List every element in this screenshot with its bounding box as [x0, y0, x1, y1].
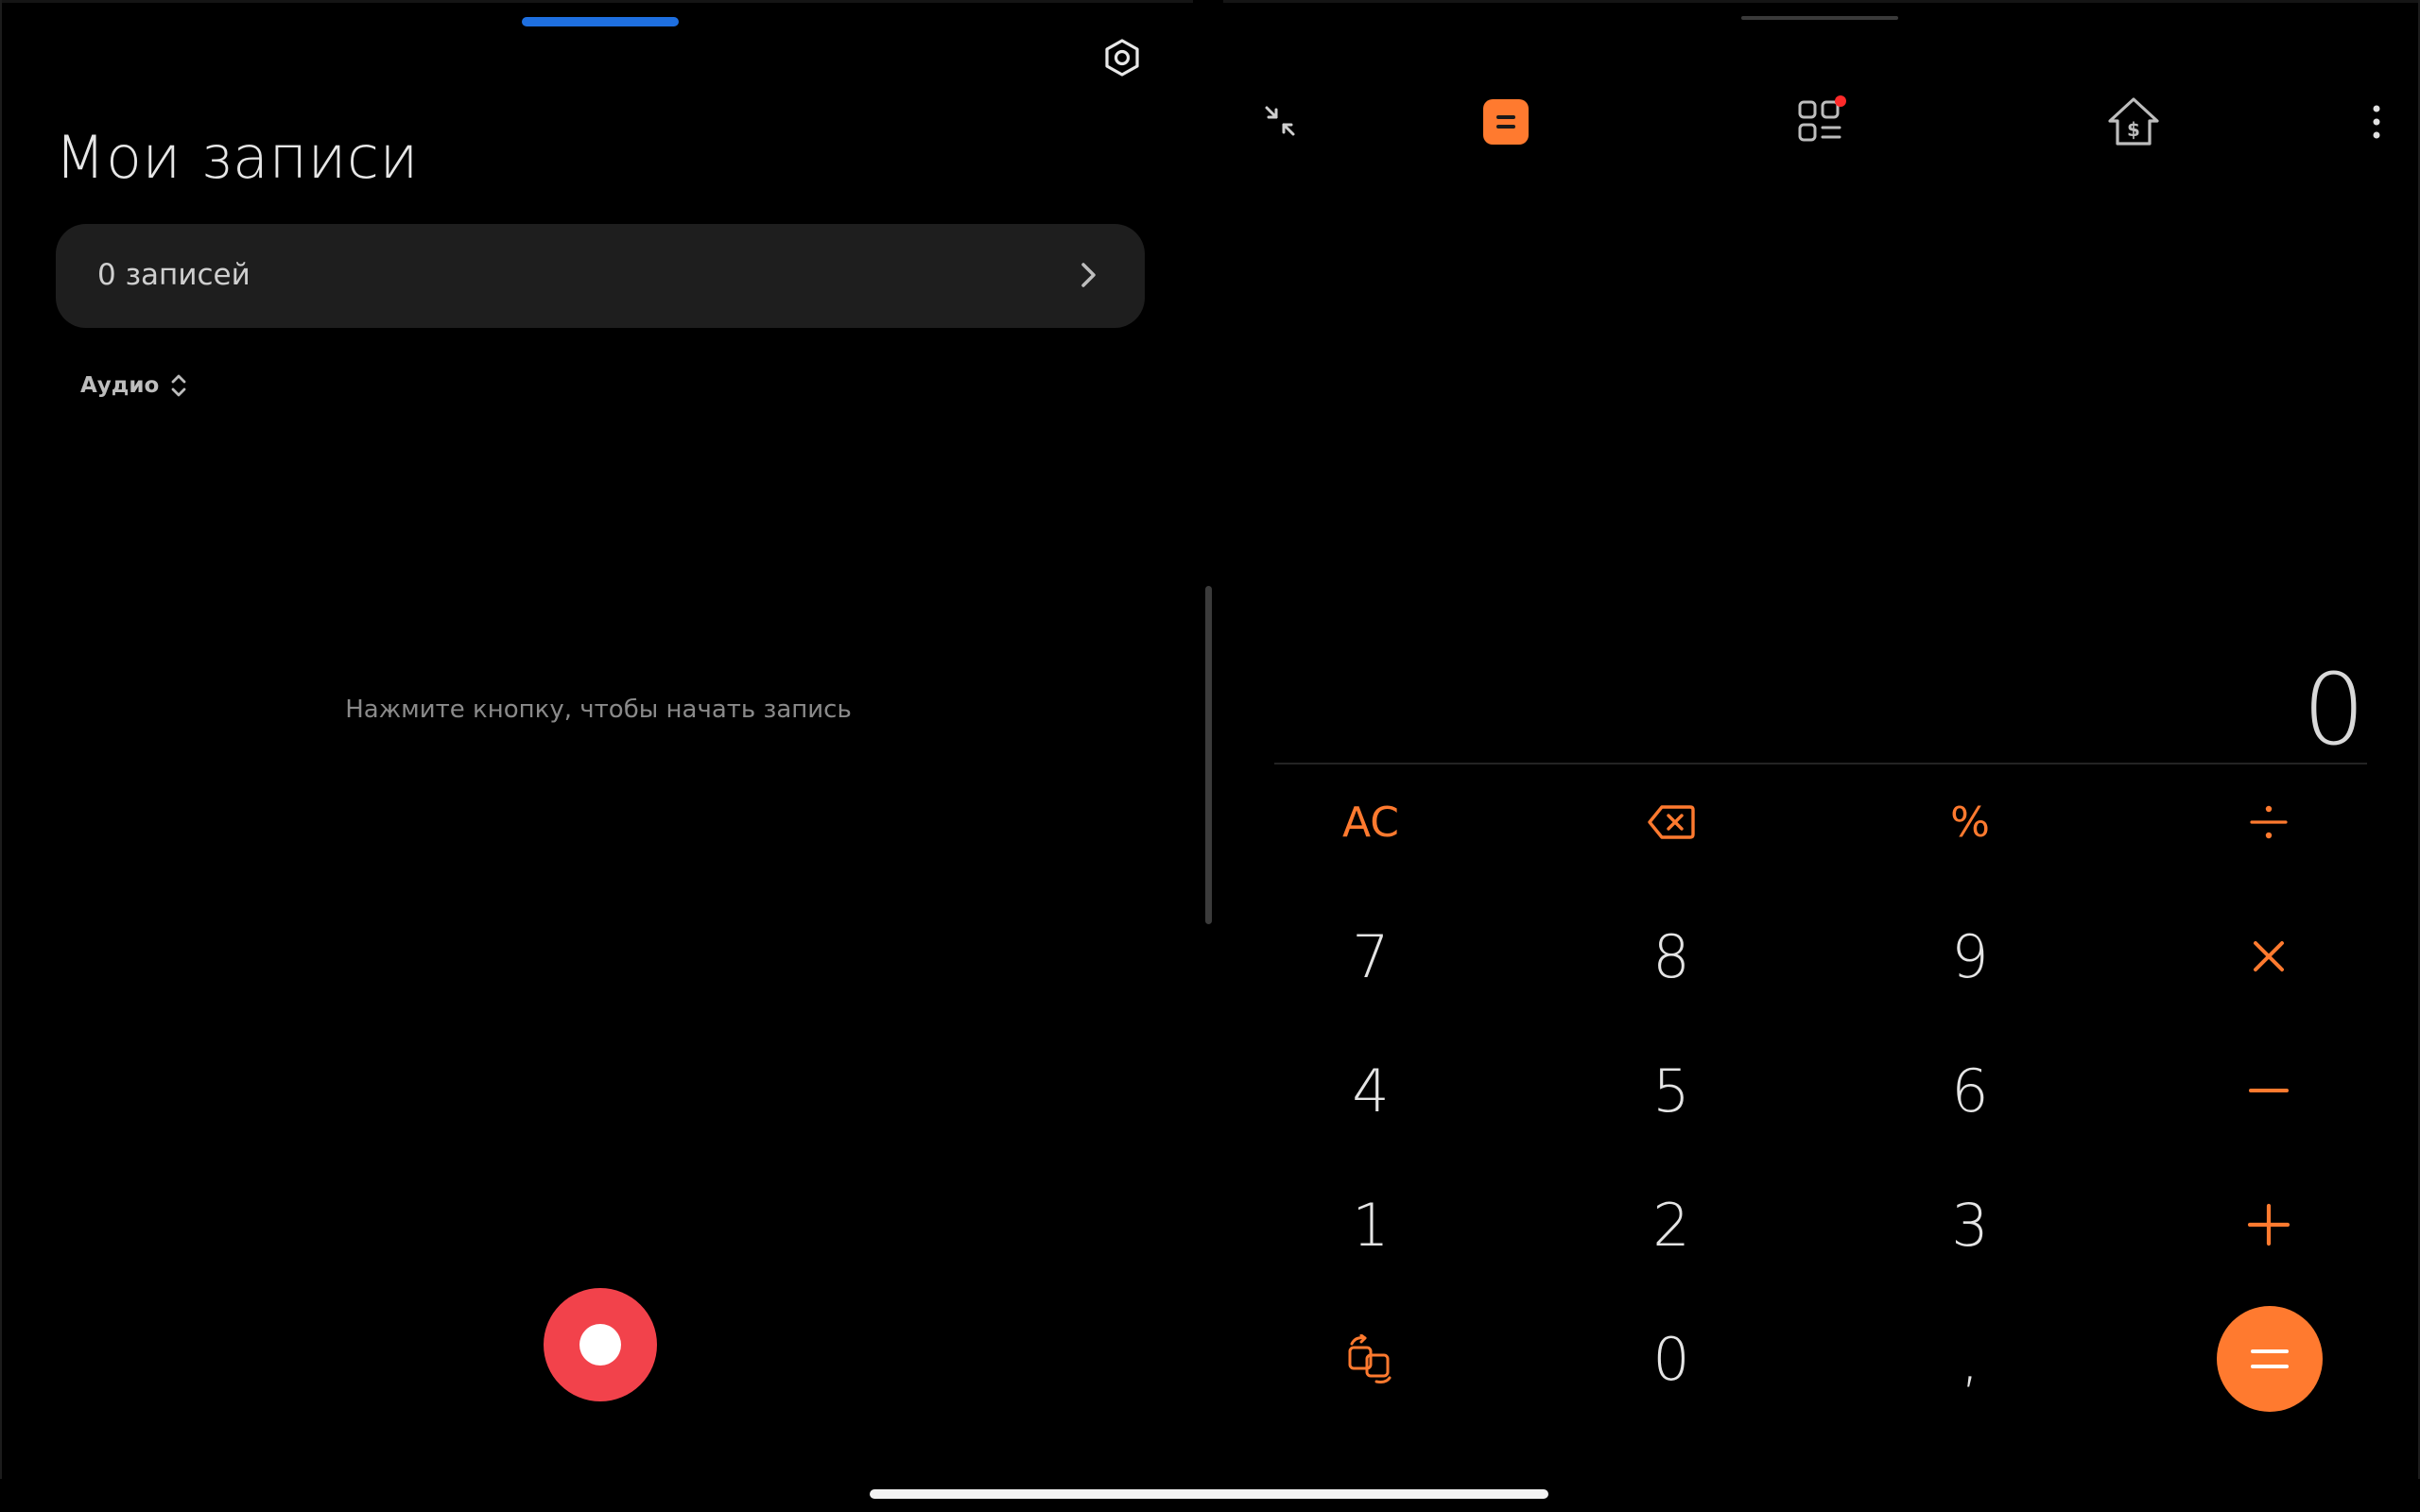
more-options-button[interactable]: [2365, 100, 2388, 144]
split-resize-handle[interactable]: [1205, 586, 1212, 924]
calculator-pane: $ 0 AC % 7 8 9 4 5 6 1 2 3 0 ,: [1223, 0, 2420, 1479]
more-vert-icon: [2373, 105, 2380, 139]
settings-icon: [1105, 39, 1139, 77]
digit-0-button[interactable]: 0: [1600, 1307, 1742, 1411]
record-dot-icon: [579, 1324, 621, 1366]
digit-6-button[interactable]: 6: [1899, 1039, 2041, 1143]
calculator-mode-tab[interactable]: [1482, 98, 1530, 146]
digit-1-button[interactable]: 1: [1300, 1173, 1442, 1277]
divide-button[interactable]: [2198, 770, 2340, 874]
swap-functions-icon: [1348, 1334, 1392, 1383]
multiply-icon: [2254, 941, 2284, 971]
digit-2-button[interactable]: 2: [1600, 1173, 1742, 1277]
equals-button[interactable]: [2217, 1306, 2323, 1412]
minus-icon: [2249, 1089, 2289, 1092]
calculator-window-handle[interactable]: [1741, 16, 1898, 20]
recorder-window-handle[interactable]: [522, 17, 679, 26]
split-screen: Мои записи 0 записей Аудио Нажмите кнопк…: [0, 0, 2420, 1512]
page-title: Мои записи: [55, 123, 419, 192]
display-separator: [1274, 763, 2367, 765]
collapse-button[interactable]: [1261, 102, 1299, 140]
decimal-comma-button[interactable]: ,: [1899, 1307, 2041, 1411]
mortgage-house-icon: $: [2108, 97, 2159, 146]
multiply-button[interactable]: [2198, 904, 2340, 1008]
clear-button[interactable]: AC: [1300, 770, 1442, 874]
sort-updown-icon: [171, 374, 186, 397]
divide-icon: [2250, 805, 2288, 839]
digit-8-button[interactable]: 8: [1600, 904, 1742, 1008]
digit-5-button[interactable]: 5: [1600, 1039, 1742, 1143]
digit-9-button[interactable]: 9: [1899, 904, 2041, 1008]
chevron-right-icon: [1081, 263, 1096, 287]
equals-icon: [2251, 1349, 2289, 1368]
backspace-icon: [1648, 805, 1695, 839]
svg-text:$: $: [2127, 118, 2140, 141]
records-count-label: 0 записей: [97, 258, 251, 292]
calculator-icon: [1483, 99, 1529, 145]
digit-4-button[interactable]: 4: [1300, 1039, 1442, 1143]
digit-7-button[interactable]: 7: [1300, 904, 1442, 1008]
percent-button[interactable]: %: [1899, 770, 2041, 874]
record-button[interactable]: [544, 1288, 657, 1401]
minus-button[interactable]: [2198, 1039, 2340, 1143]
plus-icon: [2247, 1203, 2290, 1246]
backspace-button[interactable]: [1600, 770, 1742, 874]
result-display: 0: [2302, 652, 2365, 767]
converters-grid-icon: [1798, 95, 1846, 142]
mortgage-tab[interactable]: $: [2106, 94, 2161, 149]
recorder-pane: Мои записи 0 записей Аудио Нажмите кнопк…: [0, 0, 1193, 1479]
gesture-nav-bar[interactable]: [870, 1489, 1548, 1499]
plus-button[interactable]: [2198, 1173, 2340, 1277]
collapse-icon: [1265, 106, 1295, 136]
settings-button[interactable]: [1100, 36, 1144, 79]
swap-functions-button[interactable]: [1300, 1307, 1442, 1411]
audio-filter-dropdown[interactable]: Аудио: [80, 372, 187, 399]
converters-tab[interactable]: [1796, 94, 1847, 147]
empty-state-hint: Нажмите кнопку, чтобы начать запись: [345, 696, 852, 724]
filter-label: Аудио: [80, 373, 160, 398]
records-card[interactable]: 0 записей: [56, 224, 1145, 328]
digit-3-button[interactable]: 3: [1899, 1173, 2041, 1277]
